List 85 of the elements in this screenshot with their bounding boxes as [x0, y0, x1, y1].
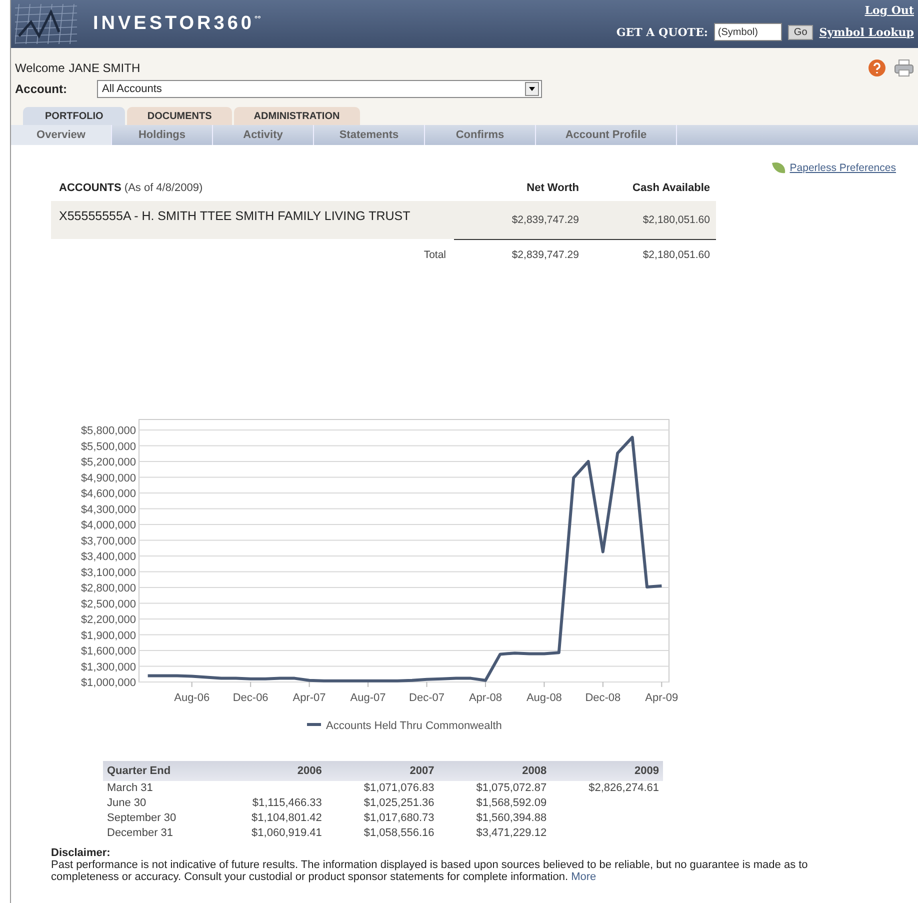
- table-cell: $1,071,076.83: [326, 781, 438, 796]
- table-cell-text: $1,025,251.36: [362, 796, 436, 811]
- symbol-lookup-link[interactable]: Symbol Lookup: [819, 26, 914, 38]
- help-icon[interactable]: [868, 59, 886, 77]
- account-name: X55555555A - H. SMITH TTEE SMITH FAMILY LIVING TRUST: [58, 208, 412, 223]
- leaf-icon: [770, 161, 787, 175]
- print-icon[interactable]: [894, 59, 914, 77]
- table-cell: March 31: [103, 781, 214, 796]
- subtab[interactable]: Statements: [314, 125, 425, 145]
- y-axis-label: $2,800,000: [80, 582, 136, 594]
- x-axis-label: Aug-08: [526, 692, 562, 704]
- y-axis-label: $4,600,000: [80, 488, 136, 500]
- y-axis-label: $2,500,000: [80, 598, 136, 610]
- x-axis-label: Apr-08: [468, 692, 502, 704]
- x-axis-label: Apr-07: [292, 692, 326, 704]
- y-axis-label: $4,300,000: [80, 504, 136, 516]
- x-axis-label: Dec-08: [585, 692, 621, 704]
- table-cell-text: $1,115,466.33: [251, 796, 323, 811]
- y-axis-label: $1,900,000: [80, 630, 136, 642]
- tab[interactable]: DOCUMENTS: [127, 107, 232, 125]
- table-cell-text: $2,180,051.60: [642, 214, 711, 226]
- table-cell-text: $2,839,747.29: [510, 214, 580, 226]
- y-axis-label: $1,600,000: [80, 646, 136, 658]
- subtab[interactable]: Overview: [11, 125, 112, 145]
- table-cell-text: June 30: [106, 796, 148, 811]
- table-cell-text: September 30: [106, 811, 178, 826]
- y-axis-label: $4,900,000: [80, 472, 136, 484]
- legend-label: Accounts Held Thru Commonwealth: [326, 720, 502, 732]
- disclaimer-title: Disclaimer:: [51, 847, 112, 859]
- y-axis-label: $1,300,000: [80, 661, 136, 674]
- table-cell-text: December 31: [106, 826, 174, 841]
- y-axis-label: $3,400,000: [80, 551, 136, 563]
- y-axis-label: $5,800,000: [80, 425, 136, 437]
- as-of-date: (As of 4/8/2009): [123, 182, 203, 194]
- table-cell-text: $3,471,229.12: [475, 826, 548, 841]
- table-cell-text: $1,060,919.41: [250, 826, 323, 841]
- x-axis-label: Dec-07: [409, 692, 444, 704]
- column-header: 2009: [550, 761, 663, 781]
- column-header: 2008: [438, 761, 551, 781]
- accounts-title: ACCOUNTS: [59, 182, 122, 194]
- quote-label: GET A QUOTE:: [616, 26, 708, 38]
- table-cell: $2,839,747.29: [454, 239, 585, 271]
- y-axis-label: $3,700,000: [80, 535, 136, 548]
- disclaimer-text: Past performance is not indicative of future results. The information displayed is based upon sources believed to be reliable, but no guarantee is made as to completeness or accuracy. Consult your custodial or product sponsor statements for complete information. More: [51, 859, 809, 883]
- y-axis-label: $1,000,000: [80, 677, 136, 689]
- column-header: 2007: [326, 761, 438, 781]
- tab[interactable]: ADMINISTRATION: [234, 107, 360, 125]
- more-link[interactable]: More: [571, 871, 596, 883]
- y-axis-label: $5,500,000: [80, 440, 136, 453]
- table-cell: $2,826,274.61: [550, 781, 663, 796]
- table-cell-text: $1,017,680.73: [362, 811, 436, 826]
- x-axis-label: Aug-06: [174, 692, 210, 704]
- table-cell: $1,075,072.87: [438, 781, 551, 796]
- total-label: Total: [422, 249, 447, 261]
- x-axis-label: Apr-09: [645, 692, 678, 704]
- account-dropdown[interactable]: All Accounts: [97, 80, 542, 98]
- log-out-link[interactable]: Log Out: [864, 4, 914, 17]
- column-header: 2006: [214, 761, 326, 781]
- table-cell-text: $1,560,394.88: [475, 811, 548, 826]
- subtab[interactable]: Holdings: [112, 125, 213, 145]
- logo-text: INVESTOR360$^{°°}$: [93, 13, 261, 35]
- go-button[interactable]: Go: [788, 24, 814, 40]
- subtab[interactable]: Account Profile: [536, 125, 677, 145]
- symbol-field[interactable]: (Symbol): [714, 23, 782, 41]
- subtab[interactable]: Confirms: [425, 125, 536, 145]
- subtab[interactable]: Activity: [213, 125, 314, 145]
- welcome-label: Welcome: [15, 61, 65, 75]
- table-cell-text: $1,568,592.09: [475, 796, 548, 811]
- user-name: JANE SMITH: [68, 61, 140, 75]
- account-label: Account:: [15, 82, 68, 96]
- paperless-preferences-link[interactable]: Paperless Preferences: [790, 162, 896, 174]
- y-axis-label: $2,200,000: [80, 614, 136, 626]
- x-axis-label: Dec-06: [232, 692, 268, 704]
- table-cell: $2,180,051.60: [585, 239, 716, 271]
- column-header: Quarter End: [103, 761, 214, 781]
- table-cell-text: $1,058,556.16: [362, 826, 436, 841]
- tab[interactable]: PORTFOLIO: [23, 107, 126, 125]
- table-cell-text: $1,104,801.42: [250, 811, 323, 826]
- y-axis-label: $3,100,000: [80, 566, 136, 579]
- y-axis-label: $4,000,000: [80, 520, 136, 532]
- column-header: Cash Available: [632, 182, 711, 194]
- logo-icon: [15, 2, 77, 46]
- x-axis-label: Aug-07: [350, 692, 386, 704]
- column-header: Net Worth: [526, 182, 580, 194]
- y-axis-label: $5,200,000: [80, 456, 136, 468]
